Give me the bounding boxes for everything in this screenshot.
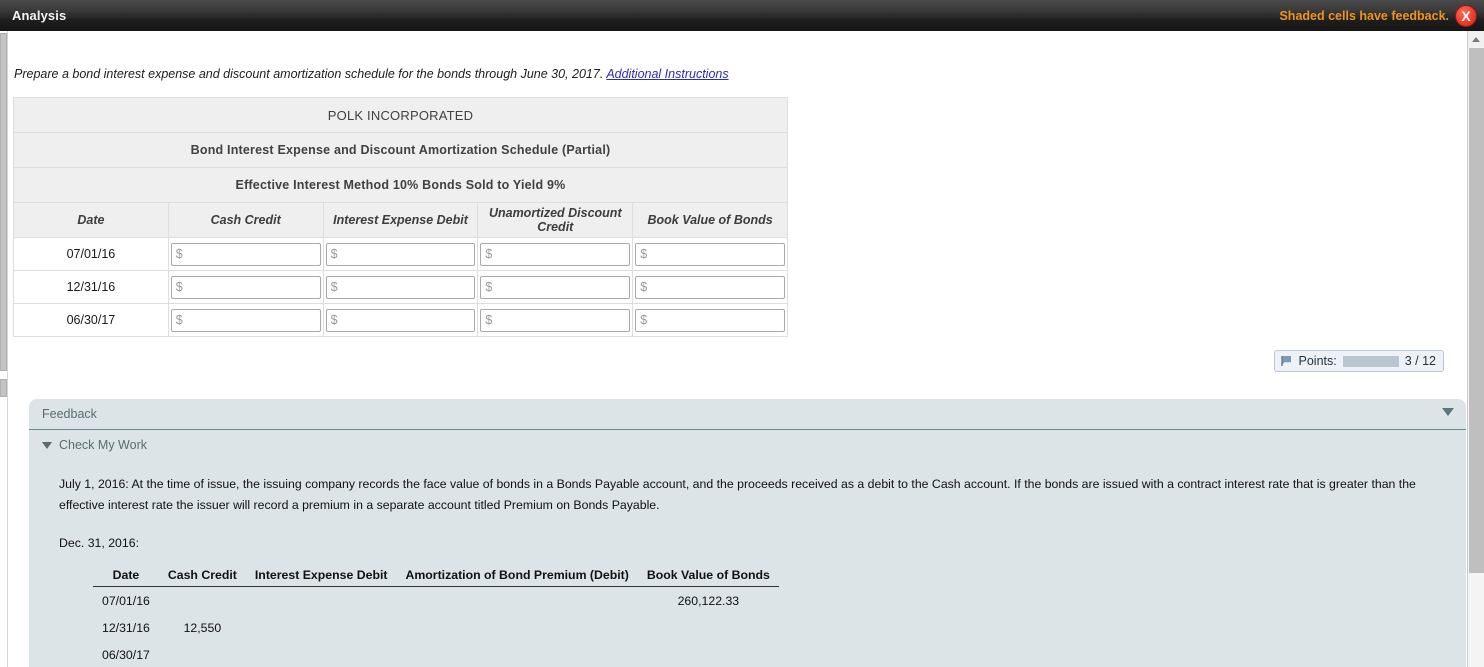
input-interest-expense-2[interactable] [325, 308, 476, 332]
fb-cell-date-1: 12/31/16 [102, 621, 150, 635]
fb-cell-book-value-1 [638, 614, 779, 641]
feedback-header[interactable]: Feedback [29, 399, 1466, 430]
instructions-line: Prepare a bond interest expense and disc… [14, 67, 729, 81]
schedule-subtitle: Bond Interest Expense and Discount Amort… [13, 132, 788, 168]
input-book-value-2[interactable] [635, 308, 785, 332]
col-header-unamortized-discount-credit: Unamortized Discount Credit [477, 202, 634, 238]
scroll-up-arrow-icon[interactable] [1468, 31, 1484, 47]
points-progress-bar [1342, 355, 1399, 367]
left-scrollbar[interactable] [0, 31, 8, 667]
triangle-down-icon [42, 441, 52, 449]
fb-cell-date-0: 07/01/16 [102, 594, 150, 608]
col-header-interest-expense-debit: Interest Expense Debit [322, 202, 479, 238]
fb-cell-amortization-1 [396, 614, 637, 641]
input-unamortized-discount-1[interactable] [480, 275, 631, 299]
close-icon[interactable]: X [1455, 4, 1477, 27]
schedule-column-headers: Date Cash Credit Interest Expense Debit … [13, 202, 788, 238]
additional-instructions-link[interactable]: Additional Instructions [606, 67, 728, 81]
fb-col-date: Date [93, 568, 159, 587]
fb-cell-cash-credit-2 [159, 641, 246, 667]
chevron-down-icon[interactable] [1442, 408, 1454, 416]
cell-book-value-0 [632, 237, 788, 271]
fb-cell-book-value-0: 260,122.33 [677, 594, 740, 608]
schedule-method: Effective Interest Method 10% Bonds Sold… [13, 167, 788, 203]
cell-interest-expense-2 [322, 303, 479, 337]
check-my-work-toggle[interactable]: Check My Work [42, 438, 147, 452]
points-badge[interactable]: Points: 3 / 12 [1273, 350, 1444, 372]
cell-book-value-1 [632, 270, 788, 304]
fb-cell-cash-credit-0 [159, 587, 246, 615]
input-cash-credit-1[interactable] [170, 275, 321, 299]
fb-cell-amortization-0 [396, 587, 637, 615]
cell-interest-expense-0 [322, 237, 479, 271]
fb-col-book-value: Book Value of Bonds [637, 568, 779, 587]
feedback-title: Feedback [42, 407, 97, 421]
shaded-cells-notice: Shaded cells have feedback. [1279, 8, 1449, 23]
cell-unamortized-discount-1 [477, 270, 634, 304]
fb-cell-interest-expense-2 [246, 641, 397, 667]
row-date-1: 12/31/16 [13, 270, 169, 304]
table-row: 12/31/16 [13, 270, 788, 304]
fb-cell-date-2: 06/30/17 [102, 648, 150, 662]
fb-cell-interest-expense-1 [246, 614, 397, 641]
cell-cash-credit-2 [167, 303, 324, 337]
row-date-0: 07/01/16 [13, 237, 169, 271]
fb-cell-cash-credit-1: 12,550 [183, 621, 222, 635]
feedback-solution-table: Date Cash Credit Interest Expense Debit … [93, 568, 779, 667]
schedule-company-row: POLK INCORPORATED [13, 97, 788, 133]
window-titlebar: Analysis Shaded cells have feedback. X [0, 0, 1484, 31]
feedback-panel: Feedback Check My Work July 1, 2016: At … [29, 399, 1466, 667]
left-scrollbar-thumb-secondary[interactable] [0, 379, 7, 397]
amortization-schedule-table: POLK INCORPORATED Bond Interest Expense … [13, 97, 788, 337]
feedback-paragraph: July 1, 2016: At the time of issue, the … [59, 477, 1416, 512]
points-value: 3 / 12 [1404, 354, 1436, 368]
col-header-cash-credit: Cash Credit [167, 202, 324, 238]
vertical-scrollbar[interactable] [1467, 31, 1484, 667]
fb-col-interest-expense-debit: Interest Expense Debit [245, 568, 397, 587]
cell-unamortized-discount-0 [477, 237, 634, 271]
input-book-value-0[interactable] [635, 242, 785, 266]
window-title: Analysis [12, 8, 67, 23]
col-header-date: Date [13, 202, 169, 238]
points-label: Points: [1298, 354, 1337, 368]
schedule-company-name: POLK INCORPORATED [13, 97, 788, 133]
cell-cash-credit-0 [167, 237, 324, 271]
feedback-sub-heading: Dec. 31, 2016: [59, 536, 139, 550]
fb-col-cash-credit: Cash Credit [158, 568, 246, 587]
table-row: 06/30/17 [93, 641, 779, 667]
table-row: 12/31/16 12,550 [93, 614, 779, 641]
vertical-scrollbar-thumb[interactable] [1469, 48, 1484, 573]
table-row: 06/30/17 [13, 303, 788, 337]
instructions-text: Prepare a bond interest expense and disc… [14, 67, 604, 81]
input-interest-expense-1[interactable] [325, 275, 476, 299]
check-my-work-label: Check My Work [59, 438, 147, 452]
input-book-value-1[interactable] [635, 275, 785, 299]
pointer-flag-icon [1280, 355, 1293, 367]
fb-col-amortization: Amortization of Bond Premium (Debit) [396, 568, 638, 587]
fb-cell-book-value-2 [638, 641, 779, 667]
cell-interest-expense-1 [322, 270, 479, 304]
left-scrollbar-thumb[interactable] [0, 33, 7, 371]
input-cash-credit-2[interactable] [170, 308, 321, 332]
col-header-book-value: Book Value of Bonds [632, 202, 788, 238]
analysis-content: Prepare a bond interest expense and disc… [9, 31, 1466, 667]
schedule-method-row: Effective Interest Method 10% Bonds Sold… [13, 167, 788, 203]
cell-unamortized-discount-2 [477, 303, 634, 337]
input-unamortized-discount-2[interactable] [480, 308, 631, 332]
fb-cell-amortization-2 [396, 641, 637, 667]
cell-book-value-2 [632, 303, 788, 337]
feedback-table-header-row: Date Cash Credit Interest Expense Debit … [93, 568, 779, 587]
input-unamortized-discount-0[interactable] [480, 242, 631, 266]
input-interest-expense-0[interactable] [325, 242, 476, 266]
schedule-subtitle-row: Bond Interest Expense and Discount Amort… [13, 132, 788, 168]
fb-cell-interest-expense-0 [246, 587, 397, 615]
table-row: 07/01/16 [13, 237, 788, 271]
cell-cash-credit-1 [167, 270, 324, 304]
table-row: 07/01/16 260,122.33 [93, 587, 779, 615]
row-date-2: 06/30/17 [13, 303, 169, 337]
input-cash-credit-0[interactable] [170, 242, 321, 266]
